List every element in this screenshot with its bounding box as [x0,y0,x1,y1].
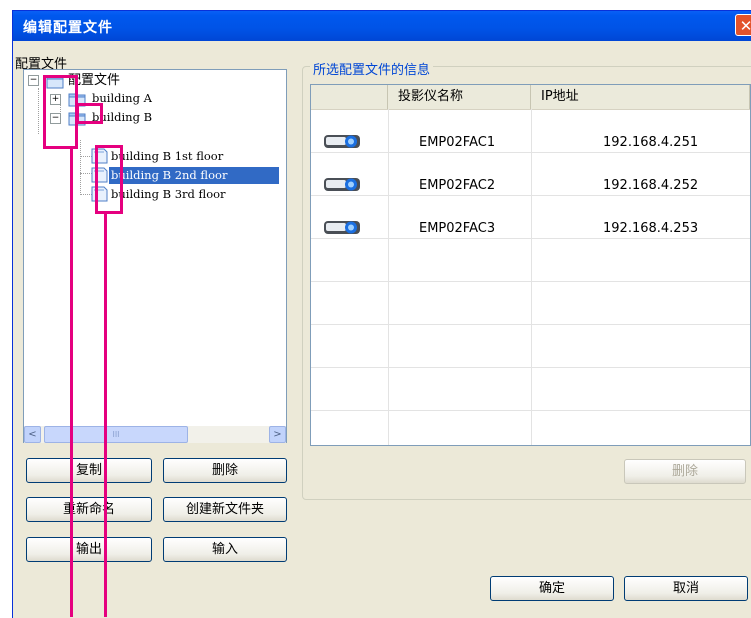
grid-line [311,195,750,196]
grid-line [311,324,750,325]
profile-info-title: 所选配置文件的信息 [310,59,434,78]
scroll-right-button[interactable]: > [269,426,286,443]
rename-button[interactable]: 重新命名 [26,497,152,522]
grid-line [388,109,389,445]
horizontal-scrollbar[interactable]: < III > [24,426,286,443]
close-button[interactable]: ✕ [735,14,751,36]
grid-line [311,238,750,239]
grid-line [311,367,750,368]
cancel-button[interactable]: 取消 [624,576,748,601]
tree-item-label: building B 2nd floor [109,167,279,184]
copy-button[interactable]: 复制 [26,458,152,483]
window-title: 编辑配置文件 [23,20,113,36]
column-header-ip[interactable]: IP地址 [531,85,750,109]
annotation-box [43,75,78,149]
delete-profile-button[interactable]: 删除 [163,458,287,483]
annotation-line [70,149,73,617]
list-header: 投影仪名称 IP地址 [311,85,750,110]
delete-projector-button[interactable]: 删除 [624,459,746,484]
tree-item-label: building B 1st floor [111,149,224,163]
grid-line [311,410,750,411]
edit-profile-dialog: 编辑配置文件 ✕ 配置文件 − 配置文件 + building A − buil… [12,10,751,618]
title-bar[interactable]: 编辑配置文件 ✕ [13,11,751,41]
new-folder-button[interactable]: 创建新文件夹 [163,497,287,522]
import-button[interactable]: 输入 [163,537,287,562]
collapse-icon[interactable]: − [28,75,39,86]
annotation-line [104,214,107,617]
projector-icon [324,178,360,191]
tree-connector [38,88,39,134]
annotation-box [95,145,123,214]
scroll-left-button[interactable]: < [24,426,41,443]
projector-name: EMP02FAC1 [419,135,496,150]
annotation-box [76,103,103,124]
projector-icon [324,221,360,234]
projector-icon [324,135,360,148]
projector-name: EMP02FAC2 [419,178,496,193]
grid-line [531,109,532,445]
projector-ip: 192.168.4.251 [603,135,699,150]
tree-connector [80,140,81,195]
column-header-icon[interactable] [311,85,388,109]
column-header-name[interactable]: 投影仪名称 [388,85,531,109]
projector-ip: 192.168.4.252 [603,178,699,193]
projector-ip: 192.168.4.253 [603,221,699,236]
export-button[interactable]: 输出 [26,537,152,562]
projector-name: EMP02FAC3 [419,221,496,236]
grid-line [311,281,750,282]
scroll-thumb[interactable]: III [44,426,188,443]
projector-list[interactable]: 投影仪名称 IP地址 EMP02FAC1 192.168.4.251 EMP02… [310,84,751,446]
ok-button[interactable]: 确定 [490,576,614,601]
grid-line [311,152,750,153]
tree-item-label: building B 3rd floor [111,187,226,201]
